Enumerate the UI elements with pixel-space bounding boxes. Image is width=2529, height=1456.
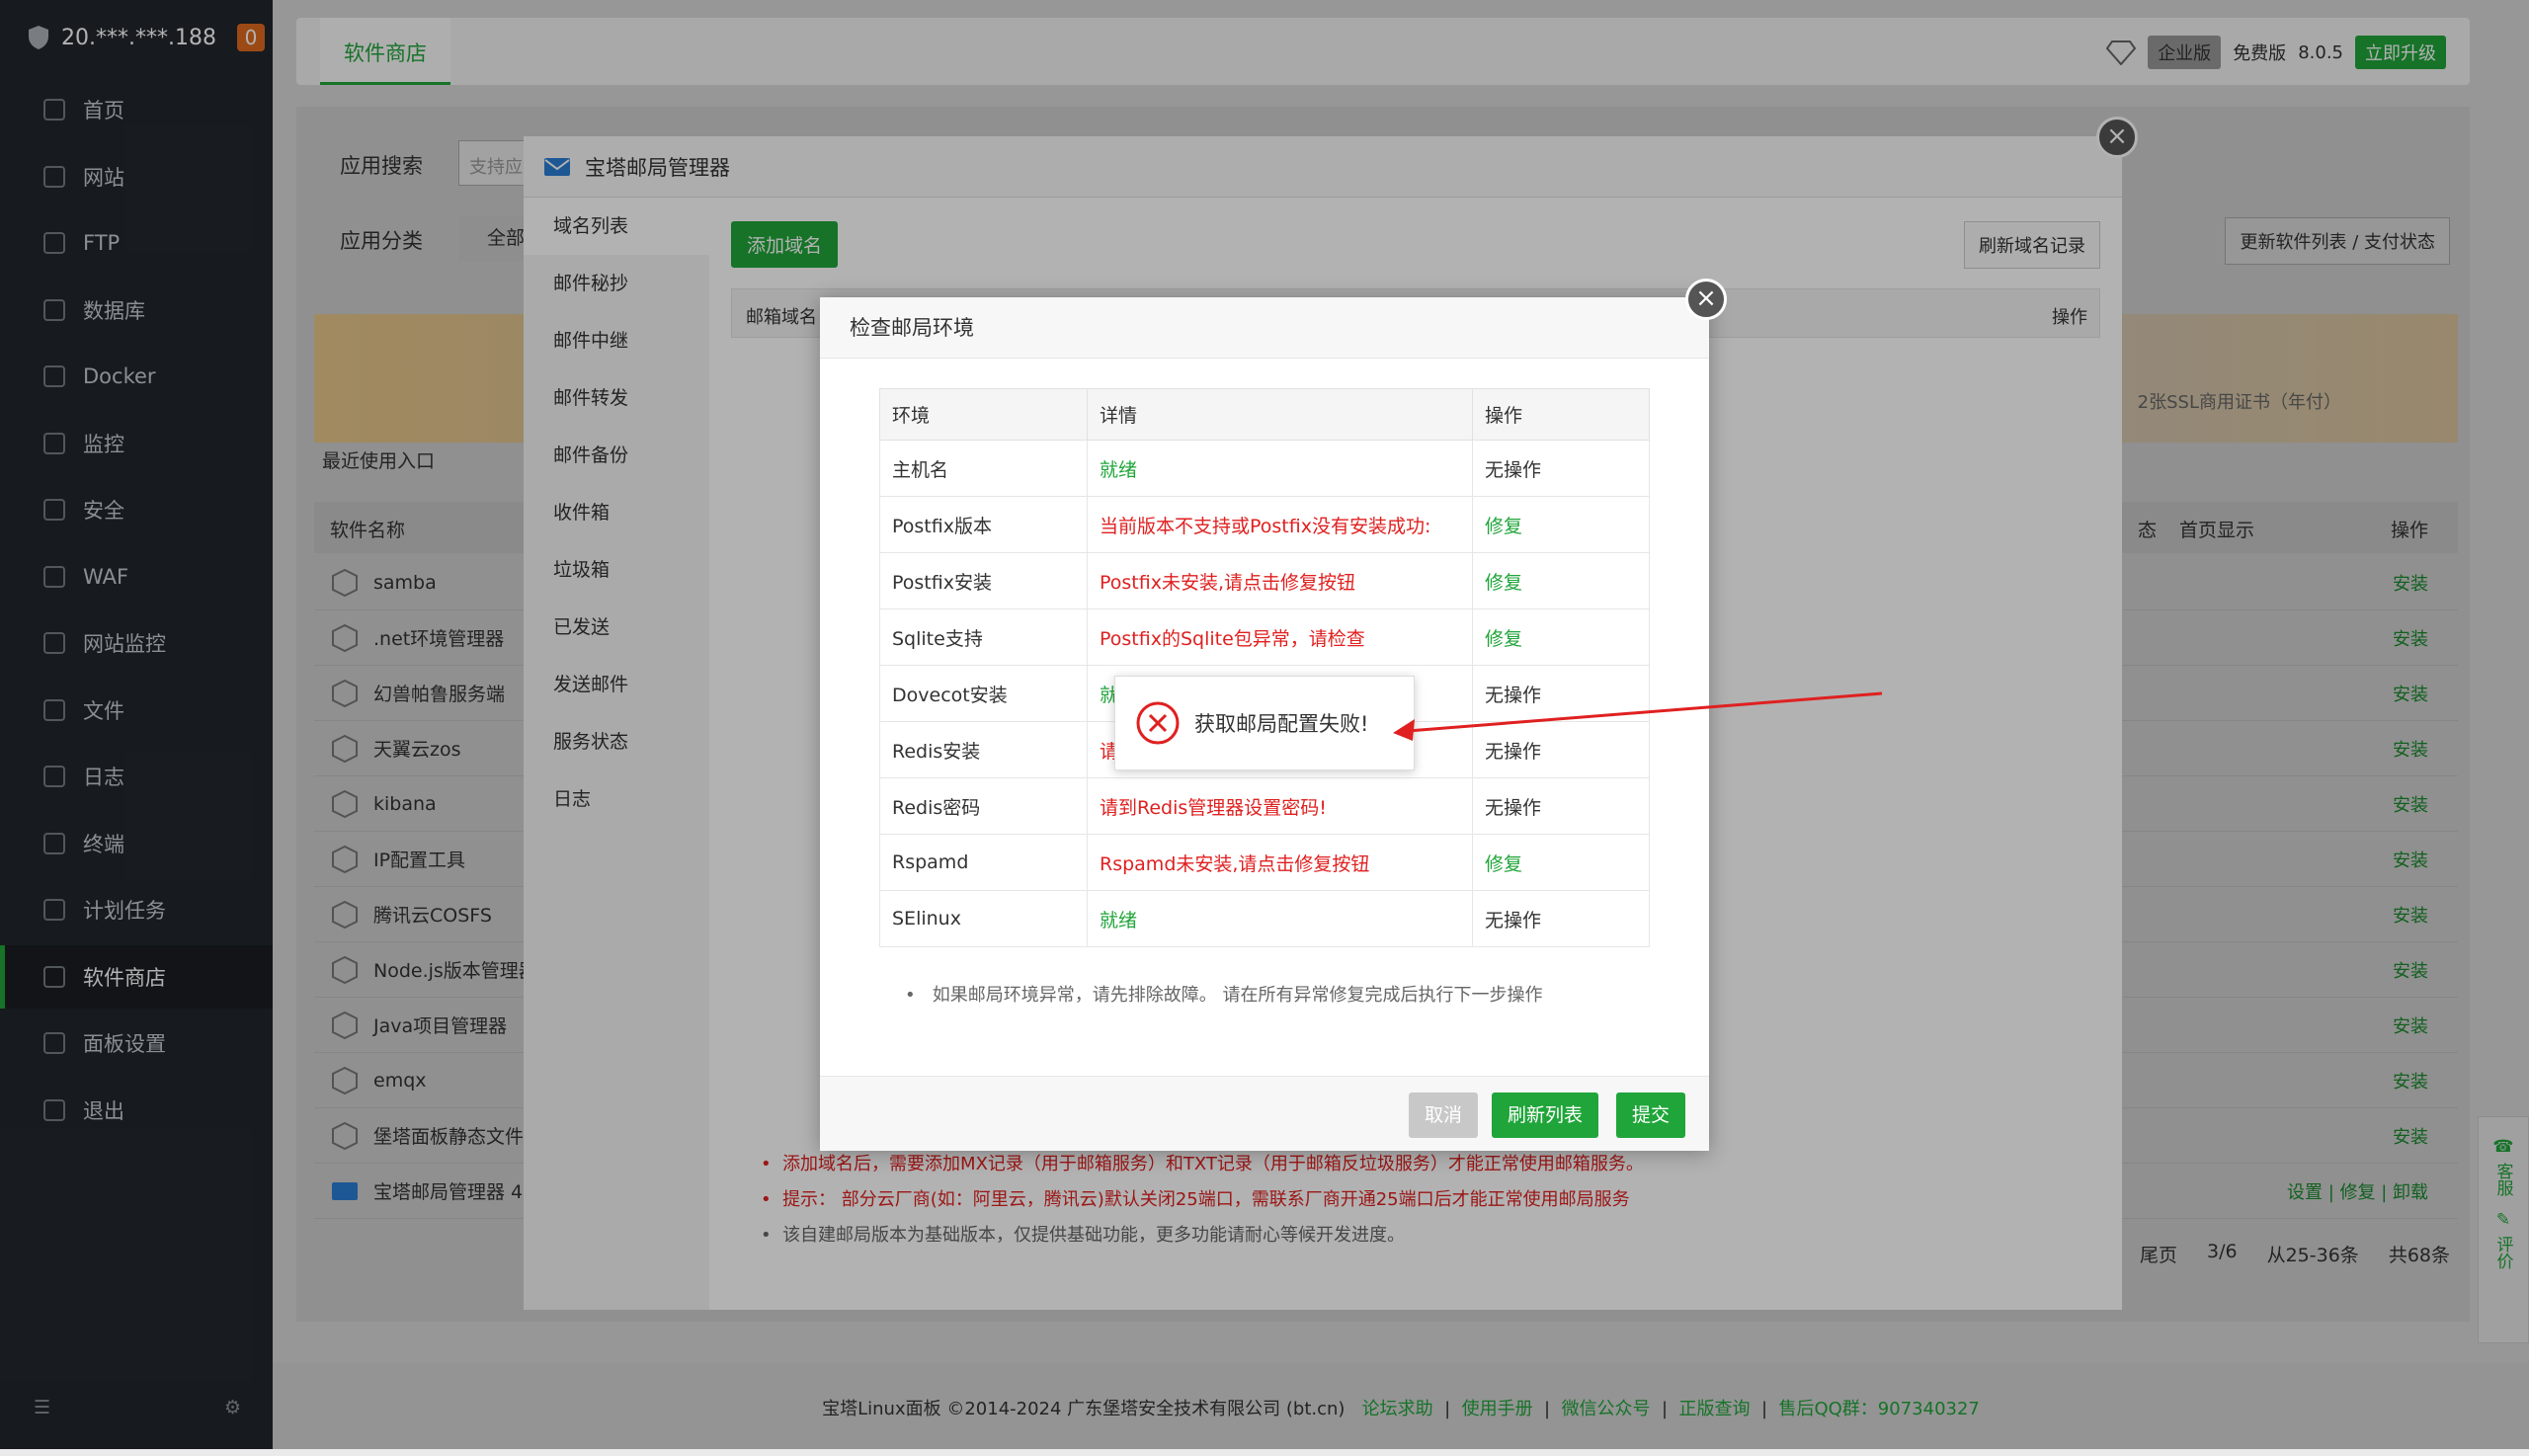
env-name: Redis安装: [879, 721, 1088, 778]
env-name: Redis密码: [879, 777, 1088, 835]
env-name: 主机名: [879, 440, 1088, 497]
env-detail: Postfix的Sqlite包异常，请检查: [1087, 608, 1473, 666]
check-env-title: 检查邮局环境: [820, 297, 1709, 359]
env-detail: 就绪: [1087, 890, 1473, 947]
th-detail: 详情: [1087, 388, 1473, 441]
repair-link[interactable]: 修复: [1472, 608, 1650, 666]
repair-link[interactable]: 修复: [1472, 552, 1650, 609]
repair-link[interactable]: 修复: [1472, 496, 1650, 553]
check-env-close-button[interactable]: ×: [1685, 279, 1727, 320]
th-env: 环境: [879, 388, 1088, 441]
refresh-list-button[interactable]: 刷新列表: [1492, 1092, 1599, 1138]
env-name: Dovecot安装: [879, 665, 1088, 722]
env-row: Redis密码 请到Redis管理器设置密码! 无操作: [879, 777, 1650, 835]
env-row: Postfix版本 当前版本不支持或Postfix没有安装成功: 修复: [879, 496, 1650, 553]
env-row: SElinux 就绪 无操作: [879, 890, 1650, 947]
env-table: 环境 详情 操作 主机名 就绪 无操作 Postfix版本 当前版本不支持或Postfi…: [879, 388, 1650, 947]
no-action-label: 无操作: [1472, 721, 1650, 778]
env-row: Sqlite支持 Postfix的Sqlite包异常，请检查 修复: [879, 608, 1650, 666]
env-name: Rspamd: [879, 834, 1088, 891]
error-toast: 获取邮局配置失败!: [1114, 676, 1415, 770]
th-action: 操作: [1472, 388, 1650, 441]
env-name: Sqlite支持: [879, 608, 1088, 666]
no-action-label: 无操作: [1472, 665, 1650, 722]
env-name: Postfix安装: [879, 552, 1088, 609]
env-row: 主机名 就绪 无操作: [879, 440, 1650, 497]
env-detail: Rspamd未安装,请点击修复按钮: [1087, 834, 1473, 891]
submit-button[interactable]: 提交: [1616, 1092, 1686, 1138]
toast-message: 获取邮局配置失败!: [1194, 712, 1369, 736]
no-action-label: 无操作: [1472, 890, 1650, 947]
env-name: Postfix版本: [879, 496, 1088, 553]
env-row: Rspamd Rspamd未安装,请点击修复按钮 修复: [879, 834, 1650, 891]
env-detail: 当前版本不支持或Postfix没有安装成功:: [1087, 496, 1473, 553]
repair-link[interactable]: 修复: [1472, 834, 1650, 891]
no-action-label: 无操作: [1472, 440, 1650, 497]
check-env-note: • 如果邮局环境异常，请先排除故障。 请在所有异常修复完成后执行下一步操作: [905, 985, 1543, 1006]
env-detail: 就绪: [1087, 440, 1473, 497]
env-detail: 请到Redis管理器设置密码!: [1087, 777, 1473, 835]
cancel-button[interactable]: 取消: [1409, 1092, 1479, 1138]
check-env-footer: 取消 刷新列表 提交: [820, 1076, 1709, 1151]
no-action-label: 无操作: [1472, 777, 1650, 835]
env-row: Postfix安装 Postfix未安装,请点击修复按钮 修复: [879, 552, 1650, 609]
env-name: SElinux: [879, 890, 1088, 947]
env-detail: Postfix未安装,请点击修复按钮: [1087, 552, 1473, 609]
error-circle-icon: [1136, 701, 1180, 745]
